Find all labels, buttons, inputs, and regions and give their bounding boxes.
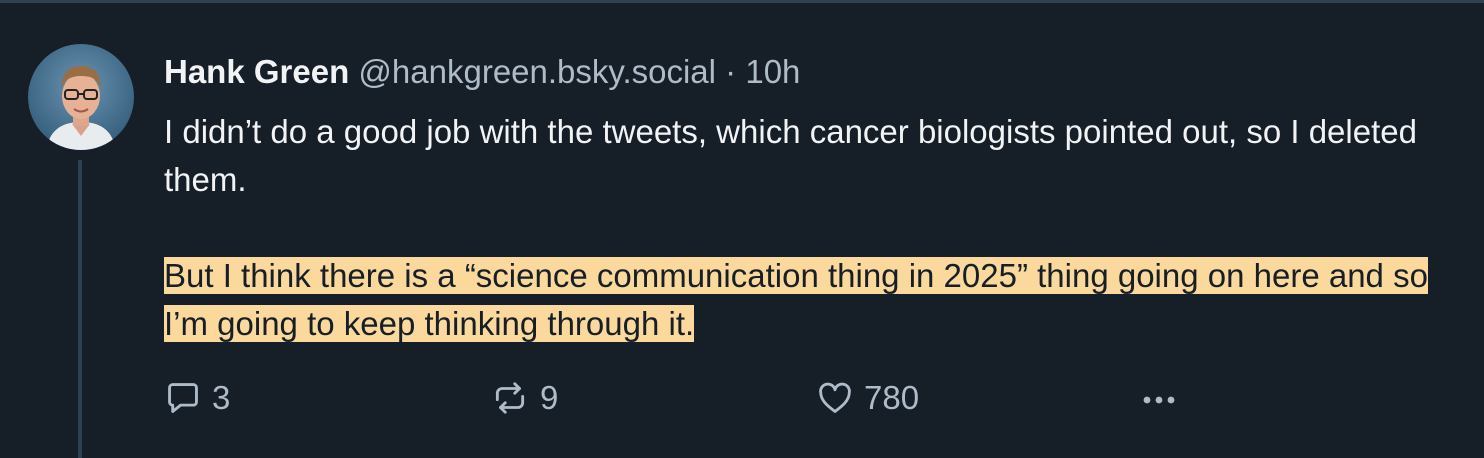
more-options-button[interactable] xyxy=(1138,376,1184,420)
reply-button[interactable]: 3 xyxy=(164,376,230,420)
top-divider xyxy=(0,0,1484,3)
post-paragraph-1-text: I didn’t do a good job with the tweets, … xyxy=(164,113,1417,198)
heart-icon xyxy=(819,382,851,413)
header-separator: · xyxy=(725,53,737,90)
highlighted-text: But I think there is a “science communic… xyxy=(164,257,1428,342)
post-body: I didn’t do a good job with the tweets, … xyxy=(164,108,1464,348)
repost-button[interactable]: 9 xyxy=(490,376,558,420)
like-button[interactable]: 780 xyxy=(816,376,919,420)
author-handle[interactable]: @hankgreen.bsky.social xyxy=(358,53,716,90)
post-paragraph-1: I didn’t do a good job with the tweets, … xyxy=(164,108,1464,204)
post-paragraph-2: But I think there is a “science communic… xyxy=(164,252,1464,348)
post-header: Hank Green @hankgreen.bsky.social · 10h xyxy=(164,50,800,94)
avatar-photo xyxy=(28,44,134,150)
reply-count: 3 xyxy=(212,379,231,416)
more-dots-icon xyxy=(1143,396,1175,404)
repost-arrows-icon xyxy=(495,382,525,414)
like-count: 780 xyxy=(864,379,920,416)
author-name[interactable]: Hank Green xyxy=(164,53,349,90)
repost-count: 9 xyxy=(540,379,559,416)
post-actions: 3 9 780 xyxy=(164,376,1264,420)
avatar[interactable] xyxy=(28,44,134,150)
speech-bubble-icon xyxy=(168,383,198,413)
post-timestamp[interactable]: 10h xyxy=(745,53,800,90)
thread-line xyxy=(78,160,82,458)
